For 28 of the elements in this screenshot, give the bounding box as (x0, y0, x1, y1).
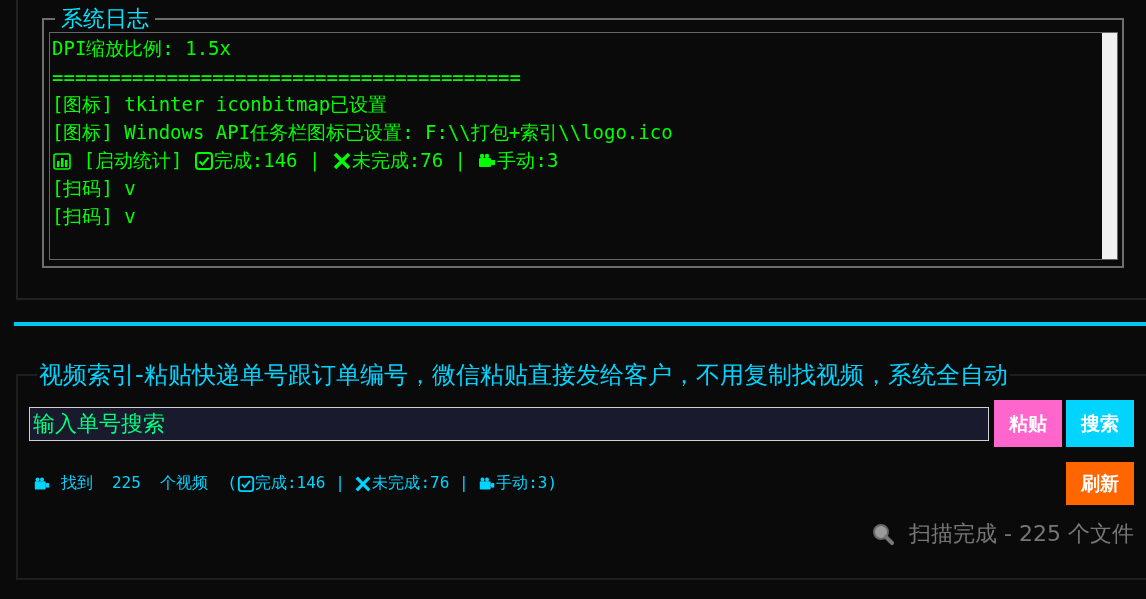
search-button[interactable]: 搜索 (1066, 400, 1134, 447)
log-text: 未完成:76 | (351, 148, 468, 174)
stats-text: 未完成:76 | (372, 473, 470, 494)
log-text: 完成:146 | (213, 148, 322, 174)
log-text: [扫码] v (52, 176, 136, 201)
search-icon (871, 522, 896, 546)
status-text: 扫描完成 - 225 个文件 (909, 520, 1134, 548)
log-text: [扫码] v (52, 204, 136, 229)
log-text: ========================================= (52, 66, 521, 88)
cross-icon (354, 474, 373, 493)
cross-icon (331, 151, 352, 171)
log-text: 手动:3 (497, 148, 559, 173)
log-text: DPI缩放比例: 1.5x (52, 36, 231, 61)
stats-text: 手动:3) (496, 473, 558, 494)
refresh-button[interactable]: 刷新 (1066, 462, 1134, 505)
checkbox-icon (236, 474, 255, 493)
log-text: [图标] tkinter iconbitmap已设置 (52, 92, 388, 117)
search-field[interactable]: 输入单号搜索 (29, 406, 989, 441)
stats-text: 完成:146 | (254, 473, 346, 494)
checkbox-icon (193, 151, 214, 171)
paste-button[interactable]: 粘贴 (994, 400, 1062, 447)
scrollbar[interactable] (1102, 33, 1117, 259)
panel-title: 视频索引-粘贴快递单号跟订单编号，微信粘贴直接发给客户，不用复制找视频，系统全自动 (38, 360, 1009, 390)
bar-chart-icon (52, 151, 72, 171)
log-text: [图标] Windows API任务栏图标已设置: F:\\打包+索引\\logo.ico (52, 120, 673, 145)
panel-title: 系统日志 (60, 6, 150, 32)
log-text: [启动统计] (82, 148, 184, 173)
stats-text: 找到 225 个视频 ( (59, 473, 237, 494)
